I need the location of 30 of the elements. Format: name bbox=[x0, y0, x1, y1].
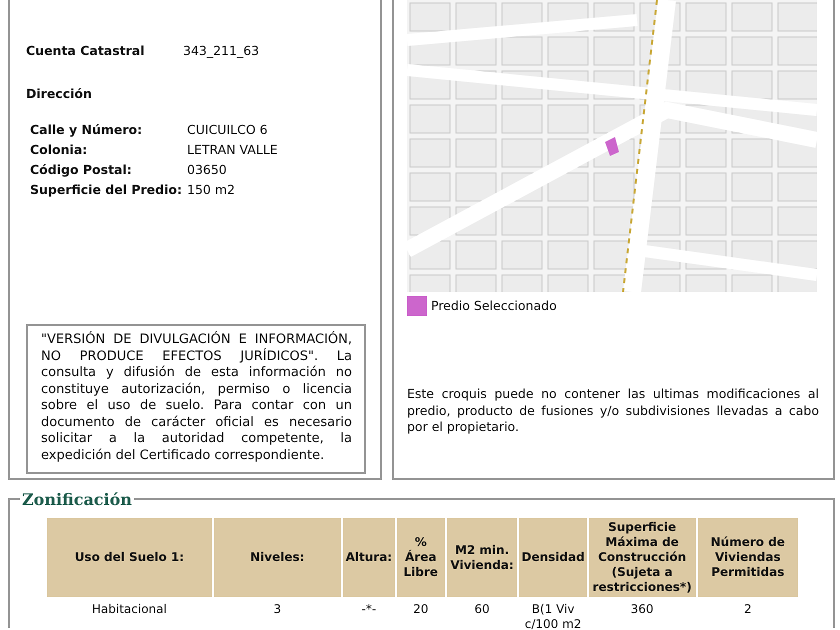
table-cell-text: 2 bbox=[742, 601, 753, 618]
field-value: 03650 bbox=[187, 160, 227, 178]
table-cell-text: Habitacional bbox=[90, 601, 168, 618]
column-header: % Área Libre bbox=[396, 518, 445, 597]
table-cell-text: 3 bbox=[272, 601, 282, 618]
table-cell-text: 360 bbox=[630, 601, 655, 618]
column-header: Densidad bbox=[519, 518, 587, 597]
column-header: M2 min. Vivienda: bbox=[446, 518, 518, 597]
map-note: Este croquis puede no contener las ultimas modificaciones al predio, producto de fusiones y/o subdivisiones llevadas a cabo por el propietario. bbox=[407, 386, 819, 436]
table-cell-text: -*- bbox=[360, 601, 378, 618]
legend-label: Predio Seleccionado bbox=[431, 296, 557, 315]
column-header: Niveles: bbox=[214, 518, 341, 597]
table-cell-text: 20 bbox=[412, 601, 430, 618]
field-value: CUICUILCO 6 bbox=[187, 120, 268, 138]
column-header: Superficie Máxima de Construcción (Sujeta a restricciones*) bbox=[588, 518, 696, 597]
column-header: Uso del Suelo 1: bbox=[47, 518, 212, 597]
table-cell-text: B(1 Viv c/100 m2 bbox=[524, 601, 582, 630]
table-cell-text: 60 bbox=[473, 601, 491, 618]
field-label: Cuenta Catastral bbox=[26, 42, 146, 60]
field-value: 150 m2 bbox=[187, 180, 235, 198]
field-label: Colonia: bbox=[30, 140, 88, 158]
field-value: LETRAN VALLE bbox=[187, 140, 278, 158]
field-label: Superficie del Predio: bbox=[30, 180, 183, 199]
disclaimer-text: "VERSIÓN DE DIVULGACIÓN E INFORMACIÓN, NO PRODUCE EFECTOS JURÍDICOS". La consulta y difusión de esta información no constituye autorización, permiso o licencia sobre el uso de suelo. Para contar con un documento de carácter oficial es necesario solicitar a la autoridad competente, la expedición del Certificado correspondiente. bbox=[26, 324, 366, 474]
column-header: Número de Viviendas Permitidas bbox=[698, 518, 798, 597]
column-header: Altura: bbox=[342, 518, 395, 597]
section-heading: Dirección bbox=[26, 86, 92, 101]
field-value: 343_211_63 bbox=[183, 42, 260, 60]
field-label: Código Postal: bbox=[30, 160, 133, 179]
field-label: Calle y Número: bbox=[30, 120, 144, 139]
